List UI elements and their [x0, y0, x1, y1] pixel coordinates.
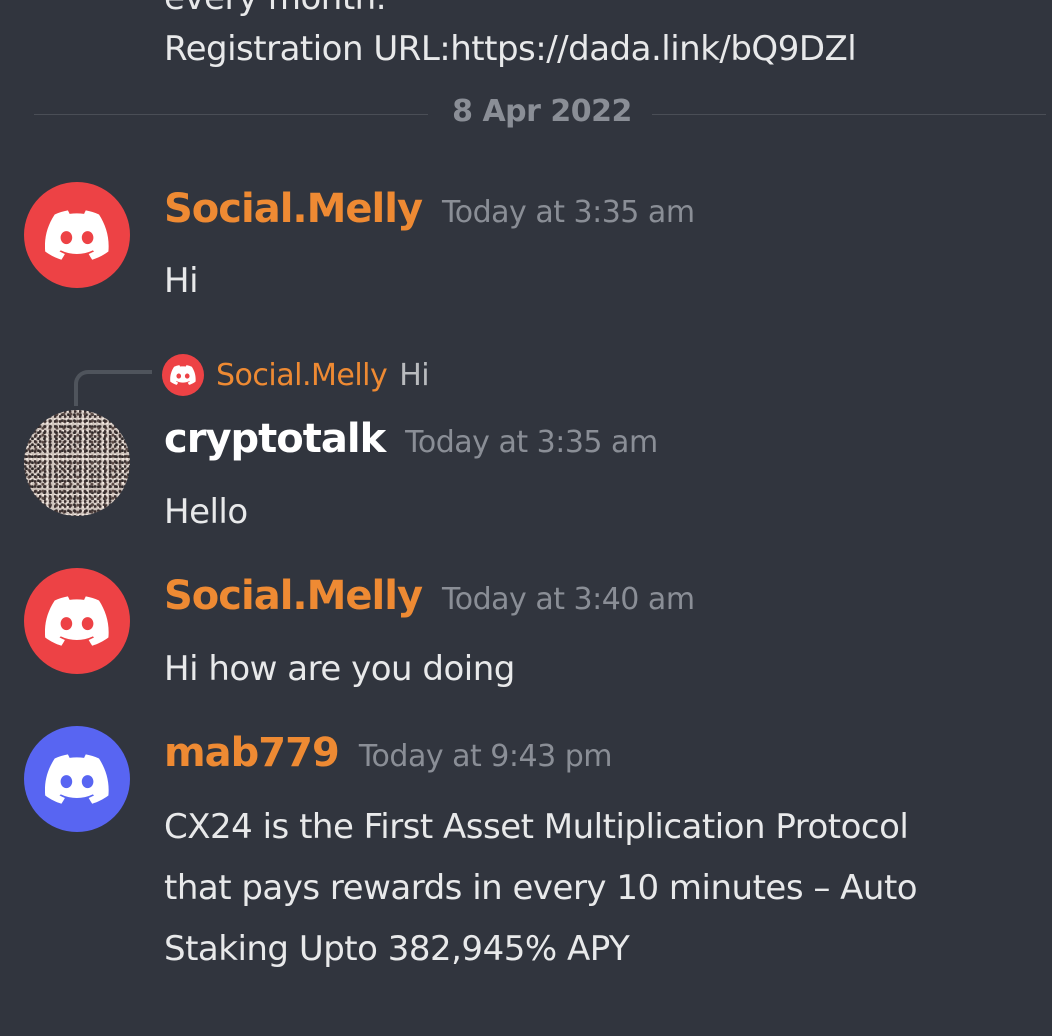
timestamp[interactable]: Today at 3:35 am: [442, 195, 695, 230]
message-text-line: CX24 is the First Asset Multiplication P…: [164, 807, 909, 847]
username[interactable]: mab779: [164, 730, 340, 776]
timestamp[interactable]: Today at 3:40 am: [442, 582, 695, 617]
previous-message-cut-line: every month.: [164, 0, 387, 18]
message-text: Hi how are you doing: [164, 649, 515, 689]
discord-logo-icon: [170, 365, 196, 385]
username[interactable]: Social.Melly: [164, 186, 423, 232]
message-text: Hi: [164, 261, 199, 301]
reply-reference[interactable]: Social.Melly Hi: [162, 354, 430, 396]
date-divider-line-right: [652, 114, 1046, 115]
reply-preview-text[interactable]: Hi: [399, 358, 429, 393]
username[interactable]: Social.Melly: [164, 573, 423, 619]
message-header: mab779 Today at 9:43 pm: [164, 730, 612, 776]
date-divider-label: 8 Apr 2022: [452, 94, 632, 129]
date-divider-line-left: [34, 114, 428, 115]
timestamp[interactable]: Today at 3:35 am: [405, 425, 658, 460]
username[interactable]: cryptotalk: [164, 416, 386, 462]
timestamp[interactable]: Today at 9:43 pm: [359, 739, 613, 774]
message-header: Social.Melly Today at 3:35 am: [164, 186, 695, 232]
avatar[interactable]: [24, 568, 130, 674]
message-text: Hello: [164, 492, 248, 532]
avatar[interactable]: [24, 182, 130, 288]
message-text-line: Staking Upto 382,945% APY: [164, 929, 630, 969]
discord-logo-icon: [45, 210, 109, 260]
message-header: Social.Melly Today at 3:40 am: [164, 573, 695, 619]
user-photo-avatar[interactable]: [24, 410, 130, 516]
message-header: cryptotalk Today at 3:35 am: [164, 416, 658, 462]
message-text-line: that pays rewards in every 10 minutes – …: [164, 868, 918, 908]
discord-logo-icon: [45, 754, 109, 804]
avatar[interactable]: [24, 726, 130, 832]
reply-avatar[interactable]: [162, 354, 204, 396]
registration-url-line[interactable]: Registration URL:https://dada.link/bQ9DZ…: [164, 18, 857, 80]
reply-connector: [74, 370, 152, 406]
discord-logo-icon: [45, 596, 109, 646]
reply-username[interactable]: Social.Melly: [216, 358, 388, 393]
